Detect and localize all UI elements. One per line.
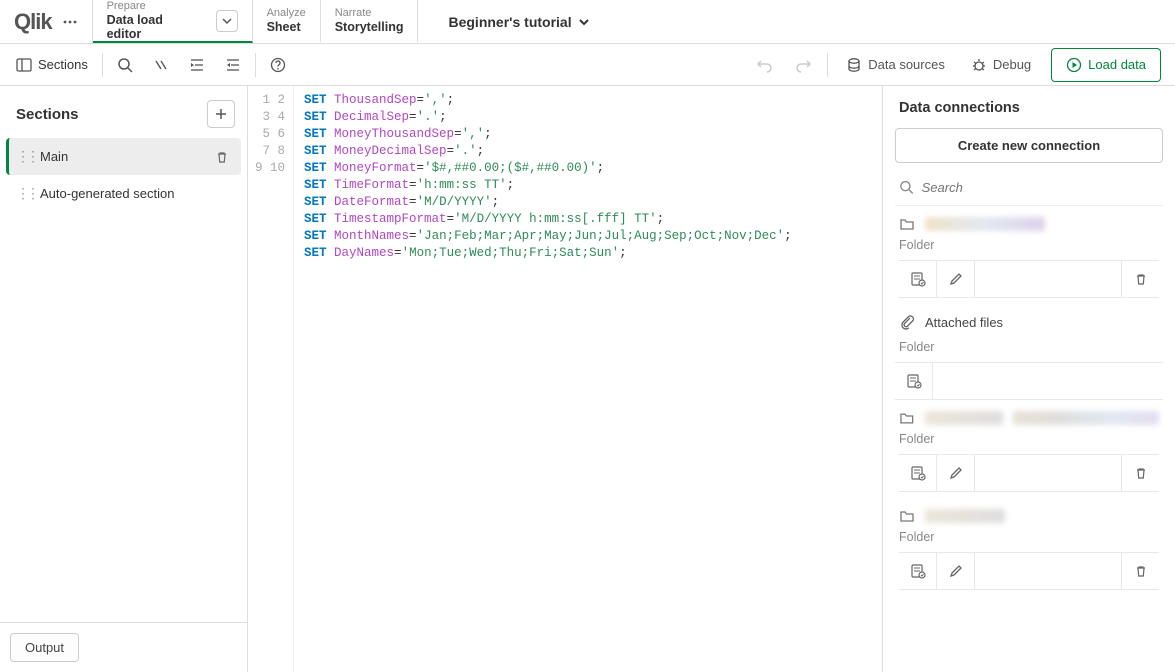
debug-label: Debug: [993, 57, 1031, 72]
pencil-icon: [948, 465, 964, 481]
delete-connection-button[interactable]: [1121, 261, 1159, 297]
attachment-icon: [899, 314, 915, 330]
connections-heading: Data connections: [895, 100, 1163, 116]
data-sources-icon: [846, 57, 862, 73]
pencil-icon: [948, 563, 964, 579]
nav-narrate-small: Narrate: [335, 7, 404, 19]
divider: [102, 53, 103, 77]
comment-icon: [153, 57, 169, 73]
nav-narrate-main: Storytelling: [335, 20, 404, 34]
connection-item[interactable]: Folder: [895, 206, 1163, 304]
attached-files-item[interactable]: Attached files: [895, 304, 1163, 334]
select-data-button[interactable]: [899, 553, 937, 589]
load-data-label: Load data: [1088, 57, 1146, 72]
attached-files-label: Attached files: [925, 315, 1003, 330]
play-icon: [1066, 57, 1082, 73]
sections-label: Sections: [38, 57, 88, 72]
redacted-text: [925, 509, 1005, 523]
line-gutter: 1 2 3 4 5 6 7 8 9 10: [248, 86, 294, 672]
undo-icon: [756, 57, 774, 73]
connection-item[interactable]: Folder: [895, 498, 1163, 596]
select-data-icon: [910, 465, 926, 481]
section-item[interactable]: Auto-generated section: [6, 175, 241, 212]
redo-button[interactable]: [785, 49, 821, 81]
trash-icon: [1134, 272, 1148, 286]
grip-icon[interactable]: [16, 185, 30, 202]
section-item[interactable]: Main: [6, 138, 241, 175]
app-more-icon[interactable]: [62, 14, 78, 30]
section-name: Main: [40, 149, 205, 164]
create-connection-button[interactable]: Create new connection: [895, 128, 1163, 163]
connection-search-input[interactable]: [922, 180, 1159, 195]
nav-prepare-small: Prepare: [107, 0, 170, 12]
redacted-text: [925, 411, 1003, 425]
search-button[interactable]: [107, 49, 143, 81]
edit-connection-button[interactable]: [937, 553, 975, 589]
help-icon: [270, 57, 286, 73]
trash-icon: [1134, 466, 1148, 480]
indent-button[interactable]: [179, 49, 215, 81]
nav-analyze-small: Analyze: [267, 7, 306, 19]
chevron-down-icon[interactable]: [578, 16, 590, 28]
data-sources-label: Data sources: [868, 57, 945, 72]
search-icon: [899, 179, 914, 195]
delete-connection-button[interactable]: [1121, 553, 1159, 589]
connection-item[interactable]: Folder: [895, 400, 1163, 498]
grip-icon[interactable]: [16, 148, 30, 165]
sections-heading: Sections: [16, 106, 79, 123]
add-section-button[interactable]: [207, 100, 235, 128]
select-data-button[interactable]: [895, 363, 933, 399]
trash-icon: [1134, 564, 1148, 578]
qlik-logo: Qlik: [14, 9, 52, 35]
undo-button[interactable]: [747, 49, 783, 81]
toggle-sections-button[interactable]: Sections: [6, 49, 98, 81]
code-editor[interactable]: SET ThousandSep=','; SET DecimalSep='.';…: [294, 86, 882, 672]
delete-connection-button[interactable]: [1121, 455, 1159, 491]
folder-icon: [899, 216, 915, 232]
nav-tab-prepare[interactable]: Prepare Data load editor: [93, 0, 253, 43]
outdent-button[interactable]: [215, 49, 251, 81]
nav-prepare-main: Data load editor: [107, 13, 170, 41]
select-data-icon: [906, 373, 922, 389]
connection-type: Folder: [899, 530, 1159, 544]
redo-icon: [794, 57, 812, 73]
folder-icon: [899, 410, 915, 426]
indent-icon: [189, 57, 205, 73]
edit-connection-button[interactable]: [937, 455, 975, 491]
output-button[interactable]: Output: [10, 633, 79, 662]
connection-type: Folder: [899, 238, 1159, 252]
app-title[interactable]: Beginner's tutorial: [448, 14, 571, 30]
folder-icon: [899, 508, 915, 524]
connection-type: Folder: [899, 432, 1159, 446]
select-data-button[interactable]: [899, 455, 937, 491]
nav-tab-analyze[interactable]: Analyze Sheet: [253, 0, 321, 43]
pencil-icon: [948, 271, 964, 287]
plus-icon: [214, 107, 228, 121]
select-data-icon: [910, 271, 926, 287]
redacted-text: [925, 217, 1045, 231]
help-button[interactable]: [260, 49, 296, 81]
nav-analyze-main: Sheet: [267, 20, 306, 34]
section-name: Auto-generated section: [40, 186, 229, 201]
connection-type: Folder: [895, 340, 1163, 354]
select-data-button[interactable]: [899, 261, 937, 297]
divider: [255, 53, 256, 77]
delete-section-button[interactable]: [215, 150, 229, 164]
debug-icon: [971, 57, 987, 73]
divider: [827, 53, 828, 77]
search-icon: [117, 57, 133, 73]
nav-prepare-dropdown[interactable]: [216, 10, 238, 32]
redacted-text: [1013, 411, 1159, 425]
load-data-button[interactable]: Load data: [1051, 48, 1161, 82]
select-data-icon: [910, 563, 926, 579]
nav-tab-narrate[interactable]: Narrate Storytelling: [321, 0, 419, 43]
outdent-icon: [225, 57, 241, 73]
data-sources-button[interactable]: Data sources: [834, 49, 957, 81]
edit-connection-button[interactable]: [937, 261, 975, 297]
panel-icon: [16, 57, 32, 73]
debug-button[interactable]: Debug: [959, 49, 1043, 81]
comment-button[interactable]: [143, 49, 179, 81]
